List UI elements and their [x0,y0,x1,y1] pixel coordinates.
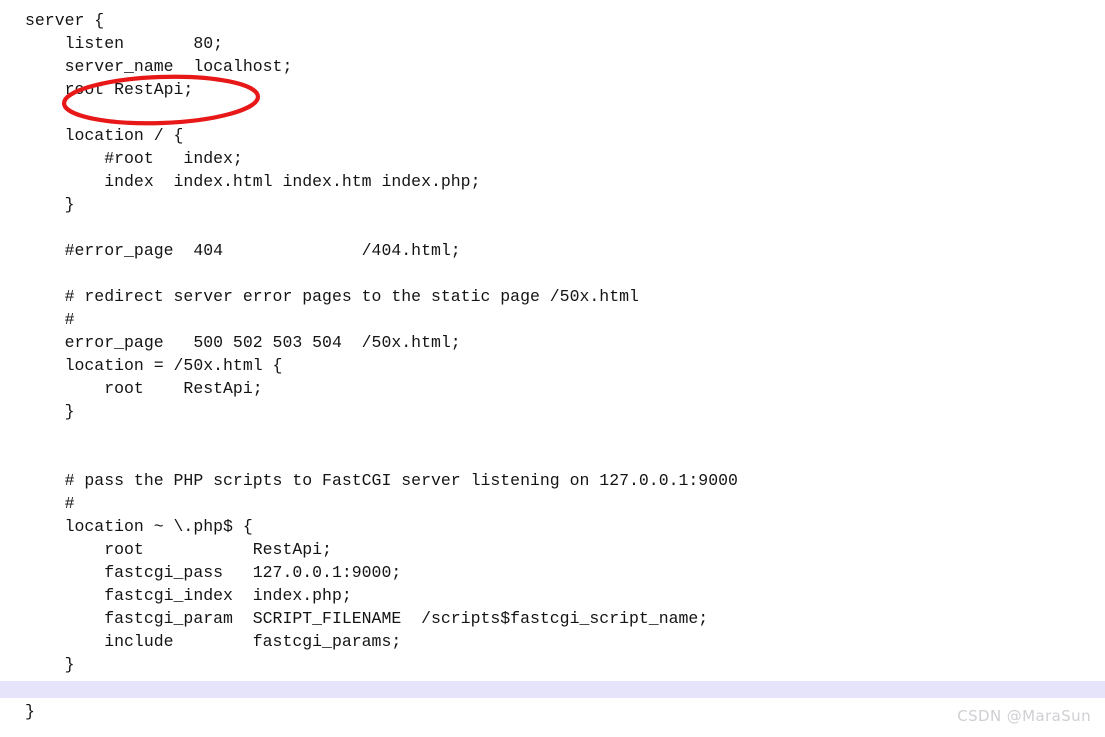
code-text[interactable]: server { listen 80; server_name localhos… [25,9,738,676]
code-line: root RestApi; [25,379,263,398]
code-line: #error_page 404 /404.html; [25,241,461,260]
code-line: # [25,310,75,329]
code-line: } [25,655,75,674]
code-line: } [25,402,75,421]
csdn-watermark: CSDN @MaraSun [957,707,1091,725]
code-line: # redirect server error pages to the sta… [25,287,639,306]
code-line: fastcgi_index index.php; [25,586,352,605]
code-line: listen 80; [25,34,224,53]
code-line: error_page 500 502 503 504 /50x.html; [25,333,461,352]
code-viewer[interactable]: server { listen 80; server_name localhos… [0,0,1105,737]
code-line: root RestApi; [25,540,332,559]
code-line: location / { [25,126,184,145]
code-line: include fastcgi_params; [25,632,402,651]
code-line: root RestApi; [25,80,194,99]
code-line: #root index; [25,149,243,168]
code-line: server_name localhost; [25,57,293,76]
code-line: # [25,494,75,513]
code-line: fastcgi_param SCRIPT_FILENAME /scripts$f… [25,609,709,628]
code-line: server { [25,11,105,30]
code-line: } [25,195,75,214]
code-line: location = /50x.html { [25,356,283,375]
highlighted-blank-line[interactable] [0,681,1105,698]
closing-brace-line: } [25,702,35,721]
code-line: fastcgi_pass 127.0.0.1:9000; [25,563,402,582]
code-line: index index.html index.htm index.php; [25,172,481,191]
code-line: # pass the PHP scripts to FastCGI server… [25,471,738,490]
code-line: location ~ \.php$ { [25,517,253,536]
